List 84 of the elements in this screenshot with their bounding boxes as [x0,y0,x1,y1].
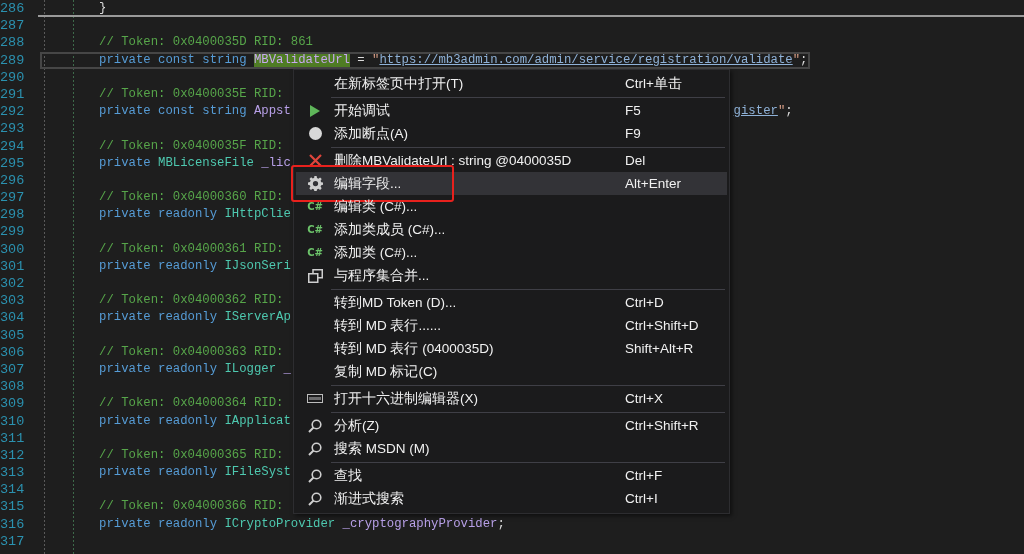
code-line: private const string MBValidateUrl = "https://mb3admin.com/admin/service/registration/validate"; [99,51,808,69]
menu-item[interactable]: C# 添加类成员 (C#)... [296,218,727,241]
code-line: // Token: 0x0400035D RID: 861 [99,34,313,52]
line-number: 308 [0,378,22,396]
csharp-icon: C# [307,224,323,235]
line-number: 305 [0,326,22,344]
search-icon [308,418,322,433]
line-number: 304 [0,309,22,327]
menu-item[interactable]: 与程序集合并... [296,264,727,287]
line-number: 313 [0,464,22,482]
settings-icon [307,176,323,191]
menu-item[interactable]: 转到MD Token (D)... Ctrl+D [296,291,727,314]
line-number: 301 [0,257,22,275]
code-line: private const string Appst [99,103,291,121]
circle-icon [308,127,322,140]
line-number: 310 [0,412,22,430]
line-number: 314 [0,481,22,499]
code-line: gister"; [733,103,793,121]
code-line: private readonly IFileSyst [99,464,291,482]
csharp-icon: C# [307,247,323,258]
line-number: 317 [0,532,22,550]
line-number: 316 [0,515,22,533]
line-number: 294 [0,137,22,155]
play-icon [310,104,320,117]
code-line: private readonly ICryptoProvider _cryptographyProvider; [99,515,505,533]
line-number: 315 [0,498,22,516]
line-number: 307 [0,360,22,379]
line-number: 295 [0,154,22,172]
line-number: 311 [0,429,22,447]
code-line: private readonly IJsonSeri [99,257,291,275]
menu-item[interactable]: 转到 MD 表行 (0400035D) Shift+Alt+R [296,337,727,360]
code-line: private readonly IApplicat [99,412,291,430]
line-number: 292 [0,103,22,121]
csharp-icon: C# [307,201,323,212]
search-icon [308,441,322,456]
code-line: // Token: 0x04000365 RID: [99,446,285,464]
cross-icon [308,154,322,167]
code-line: private readonly IHttpClie [99,206,291,224]
code-line: // Token: 0x04000364 RID: [99,395,285,413]
search-icon [308,491,322,506]
code-line: private MBLicenseFile _lic [99,154,291,172]
code-line: // Token: 0x04000363 RID: [99,343,285,361]
menu-item[interactable]: 查找 Ctrl+F [296,464,727,487]
line-number: 302 [0,275,22,293]
menu-item[interactable]: 添加断点(A) F9 [296,122,727,145]
line-number: 299 [0,223,22,241]
line-number: 312 [0,446,22,465]
line-number: 289 [0,51,22,69]
code-line: private readonly ILogger _ [99,360,291,378]
code-line: // Token: 0x04000361 RID: [99,240,285,258]
line-number: 286 [0,0,22,18]
line-number: 306 [0,343,22,361]
line-number: 300 [0,240,22,258]
menu-item[interactable]: 搜索 MSDN (M) [296,437,727,460]
menu-item[interactable]: 渐进式搜索 Ctrl+I [296,487,727,510]
menu-item[interactable]: C# 编辑类 (C#)... [296,195,727,218]
code-line: // Token: 0x0400035F RID: [99,137,285,155]
code-line: private readonly IServerAp [99,309,291,327]
line-number: 303 [0,292,22,310]
hex-editor-icon [307,394,323,403]
line-number: 287 [0,17,22,35]
line-number: 293 [0,120,22,138]
menu-item[interactable]: 编辑字段... Alt+Enter [296,172,727,195]
code-line: } [99,0,107,17]
menu-item[interactable]: 复制 MD 标记(C) [296,360,727,383]
menu-item[interactable]: 开始调试 F5 [296,99,727,122]
line-number: 291 [0,85,22,104]
line-number: 296 [0,171,22,190]
line-number: 297 [0,189,22,207]
line-number: 309 [0,395,22,413]
search-icon [308,468,322,483]
menu-item[interactable]: 转到 MD 表行...... Ctrl+Shift+D [296,314,727,337]
code-line: // Token: 0x04000366 RID: [99,498,285,516]
code-line: // Token: 0x0400035E RID: [99,85,285,103]
menu-item[interactable]: 分析(Z) Ctrl+Shift+R [296,414,727,437]
line-number: 298 [0,206,22,224]
code-line: // Token: 0x04000360 RID: [99,189,285,207]
code-line: // Token: 0x04000362 RID: [99,292,285,310]
line-number: 288 [0,34,22,52]
menu-item[interactable]: 在新标签页中打开(T) Ctrl+单击 [296,72,727,95]
menu-item[interactable]: 打开十六进制编辑器(X) Ctrl+X [296,387,727,410]
line-number: 290 [0,68,22,86]
windows-icon [307,268,323,283]
menu-item[interactable]: C# 添加类 (C#)... [296,241,727,264]
